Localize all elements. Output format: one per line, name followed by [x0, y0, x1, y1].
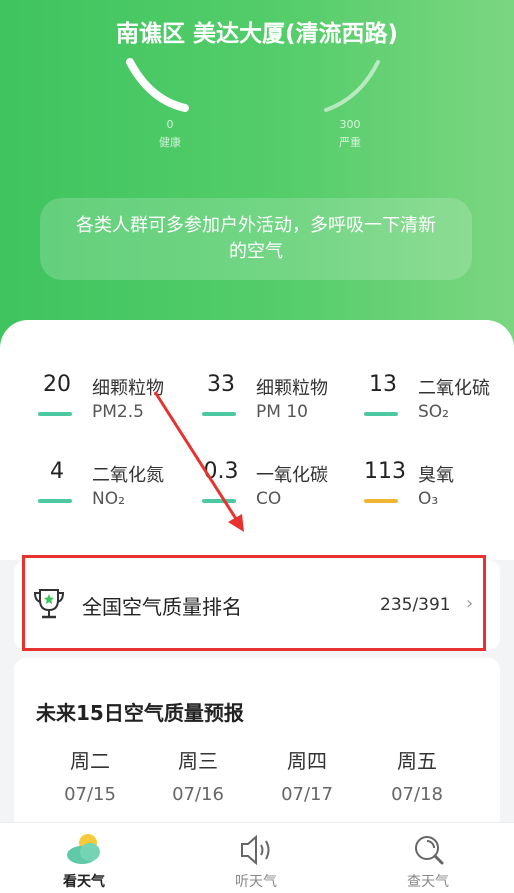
nav-label: 听天气 — [235, 874, 277, 890]
nav-label: 看天气 — [63, 874, 105, 890]
gauge-min-label: 健康 — [159, 136, 181, 149]
gauge-max-label: 严重 — [339, 136, 361, 149]
nav-label: 查天气 — [407, 874, 449, 890]
pollutant-level-bar — [364, 412, 398, 416]
highlight-box — [22, 555, 486, 651]
pollutant-level-bar — [202, 499, 236, 503]
forecast-date: 07/18 — [391, 784, 443, 805]
forecast-day[interactable]: 周五 07/18 — [377, 745, 457, 805]
forecast-date: 07/17 — [281, 784, 333, 805]
pollutant-name: 细颗粒物 — [256, 378, 328, 399]
forecast-weekday: 周四 — [287, 749, 327, 773]
pollutant-name: 臭氧 — [418, 465, 454, 486]
forecast-date: 07/16 — [172, 784, 224, 805]
pollutant-value: 113 — [364, 459, 406, 484]
nav-item-search[interactable]: 查天气 — [368, 823, 488, 893]
pollutant-level-bar — [202, 412, 236, 416]
pollutant-level-bar — [38, 412, 72, 416]
forecast-weekday: 周五 — [397, 749, 437, 773]
nav-item-listen[interactable]: 听天气 — [196, 823, 316, 893]
gauge-arc-left — [126, 58, 189, 112]
pollutant-code: PM 10 — [256, 402, 308, 422]
pollutant-level-bar — [364, 499, 398, 503]
pollutant-code: CO — [256, 489, 282, 509]
pollutant-value: 0.3 — [203, 459, 239, 484]
pollutant-name: 二氧化硫 — [418, 378, 490, 399]
pollutant-value: 20 — [43, 372, 71, 397]
pollutant-code: NO₂ — [92, 489, 125, 509]
gauge-arc-right — [324, 60, 380, 112]
pollutant-value: 33 — [207, 372, 235, 397]
gauge-min-value: 0 — [166, 118, 174, 131]
forecast-day[interactable]: 周四 07/17 — [267, 745, 347, 805]
pollutant-value: 4 — [50, 459, 64, 484]
pollutant-name: 一氧化碳 — [256, 465, 328, 486]
forecast-title: 未来15日空气质量预报 — [36, 701, 244, 725]
bottom-nav: 看天气 听天气 查天气 — [0, 822, 514, 893]
forecast-date: 07/15 — [64, 784, 116, 805]
pollutant-code: SO₂ — [418, 402, 449, 422]
forecast-day[interactable]: 周三 07/16 — [158, 745, 238, 805]
pollutant-code: PM2.5 — [92, 402, 144, 422]
health-advice: 各类人群可多参加户外活动，多呼吸一下清新的空气 — [40, 198, 472, 280]
forecast-weekday: 周二 — [70, 749, 110, 773]
pollutant-level-bar — [38, 499, 72, 503]
forecast-weekday: 周三 — [178, 749, 218, 773]
search-icon — [415, 836, 444, 865]
weather-cloud-icon — [67, 834, 100, 864]
forecast-day[interactable]: 周二 07/15 — [50, 745, 130, 805]
gauge-max-value: 300 — [339, 118, 361, 131]
nav-item-weather[interactable]: 看天气 — [24, 823, 144, 893]
pollutant-name: 二氧化氮 — [92, 465, 164, 486]
pollutant-card — [0, 320, 514, 560]
speaker-icon — [241, 834, 270, 866]
pollutant-name: 细颗粒物 — [92, 378, 164, 399]
pollutant-code: O₃ — [418, 489, 439, 509]
pollutant-value: 13 — [369, 372, 397, 397]
aqi-gauge — [126, 58, 380, 112]
